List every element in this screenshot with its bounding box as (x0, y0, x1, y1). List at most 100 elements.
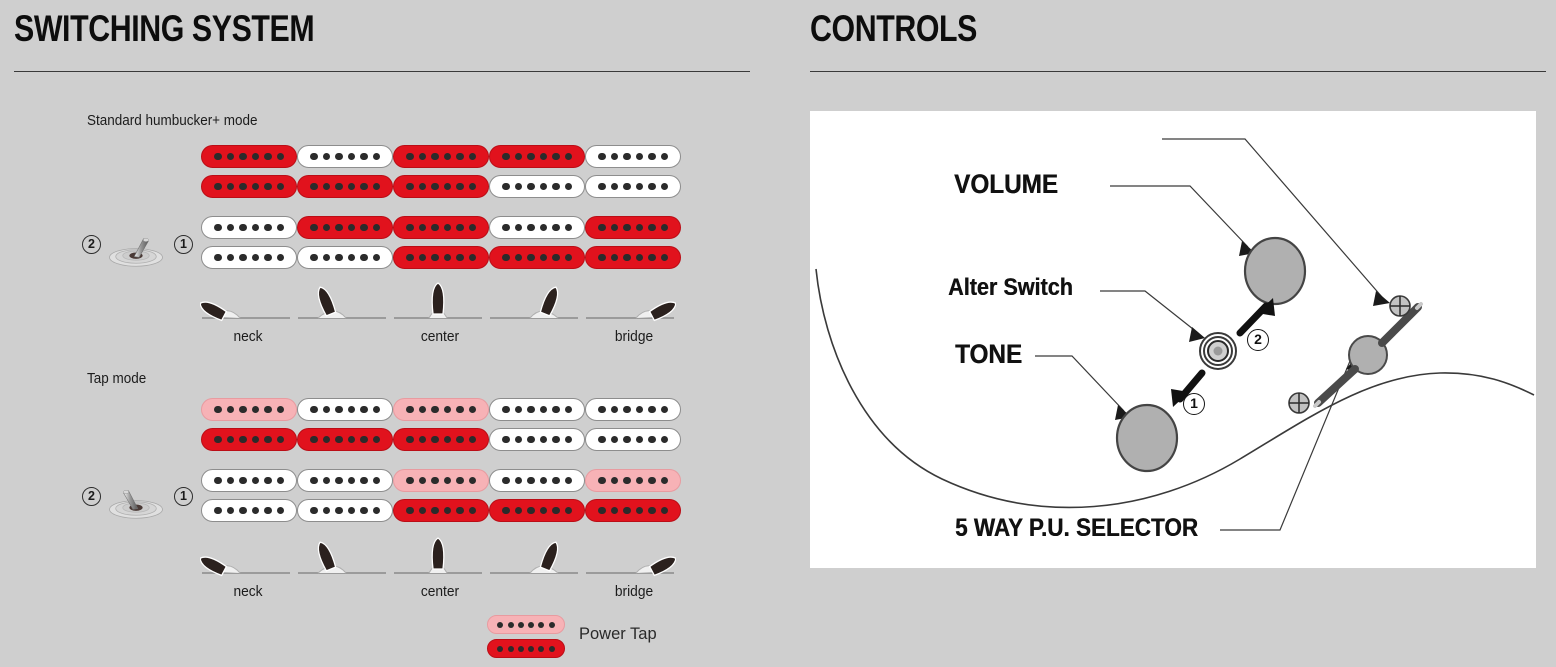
alter-switch-tap-pos1: 1 (174, 487, 193, 506)
coil (201, 398, 297, 421)
alter-position-2-callout: 2 (1247, 329, 1269, 351)
coil (585, 469, 681, 492)
coil (489, 246, 585, 269)
coil (297, 499, 393, 522)
coil (585, 175, 681, 198)
alter-switch-tap-pos2: 2 (82, 487, 101, 506)
power-tap-swatch (487, 615, 565, 659)
coil (201, 145, 297, 168)
coil (297, 428, 393, 451)
pickup-standard-col2-top (393, 145, 489, 199)
selector-blade-center-bridge-icon[interactable] (488, 533, 580, 581)
selector-blade-center-icon[interactable] (392, 533, 484, 581)
pickup-tap-col2-bottom (393, 469, 489, 523)
pickup-tap-col0-bottom (201, 469, 297, 523)
alter-position-1-callout: 1 (1183, 393, 1205, 415)
coil (201, 428, 297, 451)
controls-panel: CONTROLS VOLUME Alter Switch TONE 5 WAY … (800, 0, 1556, 667)
standard-mode-label: Standard humbucker+ mode (87, 113, 258, 129)
coil (297, 398, 393, 421)
coil (489, 216, 585, 239)
pickup-standard-col0-top (201, 145, 297, 199)
position-label-neck-standard: neck (233, 329, 263, 345)
switching-system-divider (14, 71, 750, 72)
selector-blade-center-bridge-icon[interactable] (488, 278, 580, 326)
coil (393, 246, 489, 269)
coil (297, 145, 393, 168)
coil (201, 469, 297, 492)
coil (201, 175, 297, 198)
coil (393, 499, 489, 522)
toggle-switch-icon (109, 238, 163, 267)
position-label-center-tap: center (420, 584, 460, 600)
pickup-standard-col0-bottom (201, 216, 297, 270)
pickup-tap-col1-bottom (297, 469, 393, 523)
page-root: SWITCHING SYSTEM Standard humbucker+ mod… (0, 0, 1556, 667)
tap-mode-label: Tap mode (87, 371, 147, 387)
coil (585, 145, 681, 168)
coil (297, 246, 393, 269)
power-tap-legend-label: Power Tap (579, 625, 657, 643)
coil (201, 499, 297, 522)
pickup-standard-col4-bottom (585, 216, 681, 270)
pickup-tap-col1-top (297, 398, 393, 452)
position-label-bridge-tap: bridge (614, 584, 654, 600)
pickup-tap-col0-top (201, 398, 297, 452)
position-label-center-standard: center (420, 329, 460, 345)
guitar-controls-illustration (815, 138, 1535, 531)
selector-blade-neck-icon[interactable] (200, 533, 292, 581)
coil (393, 398, 489, 421)
five-way-selector-label: 5 WAY P.U. SELECTOR (955, 514, 1199, 542)
controls-title: CONTROLS (810, 8, 977, 49)
volume-label: VOLUME (954, 169, 1058, 199)
coil (393, 428, 489, 451)
controls-divider (810, 71, 1546, 72)
selector-blade-center-icon[interactable] (392, 278, 484, 326)
pickup-tap-col2-top (393, 398, 489, 452)
pickup-tap-col4-top (585, 398, 681, 452)
position-label-neck-tap: neck (233, 584, 263, 600)
coil (489, 499, 585, 522)
coil (489, 145, 585, 168)
alter-switch-standard[interactable]: 2 1 (78, 214, 198, 274)
pickup-standard-col3-top (489, 145, 585, 199)
coil (201, 246, 297, 269)
alter-switch-standard-pos2: 2 (82, 235, 101, 254)
selector-blade-neck-center-icon[interactable] (296, 278, 388, 326)
pickup-standard-col2-bottom (393, 216, 489, 270)
pickup-tap-col3-top (489, 398, 585, 452)
selector-blade-neck-center-icon[interactable] (296, 533, 388, 581)
coil (393, 469, 489, 492)
coil (585, 499, 681, 522)
pickup-standard-col3-bottom (489, 216, 585, 270)
switching-system-title: SWITCHING SYSTEM (14, 8, 315, 49)
coil (297, 469, 393, 492)
alter-switch-standard-pos1: 1 (174, 235, 193, 254)
coil (489, 469, 585, 492)
pickup-standard-col1-top (297, 145, 393, 199)
alter-switch-tap[interactable]: 2 1 (78, 466, 198, 526)
coil (585, 246, 681, 269)
controls-diagram: VOLUME Alter Switch TONE 5 WAY P.U. SELE… (810, 111, 1536, 568)
coil (585, 216, 681, 239)
coil (393, 145, 489, 168)
coil (393, 175, 489, 198)
power-tap-legend: Power Tap (487, 615, 657, 659)
coil (201, 216, 297, 239)
coil (585, 398, 681, 421)
position-label-bridge-standard: bridge (614, 329, 654, 345)
coil (393, 216, 489, 239)
selector-blade-bridge-icon[interactable] (584, 278, 676, 326)
coil (489, 398, 585, 421)
coil (487, 615, 565, 634)
selector-blade-bridge-icon[interactable] (584, 533, 676, 581)
tone-label: TONE (955, 339, 1023, 369)
coil (489, 428, 585, 451)
pickup-standard-col1-bottom (297, 216, 393, 270)
selector-blade-neck-icon[interactable] (200, 278, 292, 326)
coil (297, 175, 393, 198)
switching-system-panel: SWITCHING SYSTEM Standard humbucker+ mod… (0, 0, 790, 667)
coil (297, 216, 393, 239)
coil (487, 639, 565, 658)
pickup-tap-col4-bottom (585, 469, 681, 523)
